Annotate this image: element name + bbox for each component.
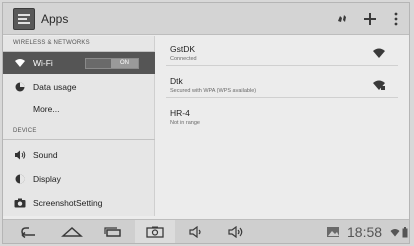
sidebar-item-sound[interactable]: Sound (3, 144, 155, 166)
gallery-icon (325, 224, 341, 240)
sidebar-item-data-usage[interactable]: Data usage (3, 76, 155, 98)
recent-apps-icon[interactable] (101, 224, 125, 240)
apps-icon[interactable] (13, 8, 35, 30)
status-clock: 18:58 (347, 224, 383, 240)
wifi-status-icon (390, 224, 400, 240)
sidebar-item-label: Display (33, 174, 61, 184)
section-header-wireless: WIRELESS & NETWORKS (3, 36, 155, 52)
sidebar-item-display[interactable]: Display (3, 168, 155, 190)
wifi-signal-icon (372, 46, 386, 58)
network-ssid: Dtk (170, 76, 183, 86)
wifi-toggle-switch[interactable]: ON (85, 58, 139, 69)
display-icon (13, 172, 27, 186)
overflow-menu-icon[interactable] (389, 8, 403, 30)
wifi-signal-locked-icon (372, 78, 386, 90)
screenshot-icon (143, 224, 167, 240)
sidebar-item-label: More... (33, 104, 60, 114)
network-status: Connected (170, 56, 197, 62)
sidebar-item-label: ScreenshotSetting (33, 198, 103, 208)
network-row[interactable]: Dtk Secured with WPA (WPS available) (166, 70, 398, 98)
network-ssid: HR-4 (170, 108, 190, 118)
add-icon[interactable] (361, 8, 379, 30)
screenshot-button[interactable] (135, 220, 175, 243)
speaker-icon (13, 148, 27, 162)
sidebar-item-more[interactable]: More... (3, 98, 155, 120)
wifi-network-list: GstDK Connected Dtk Secured with WPA (WP… (156, 36, 409, 216)
network-row[interactable]: HR-4 Not in range (166, 102, 398, 130)
section-header-device: DEVICE (3, 124, 155, 140)
sidebar-item-wifi[interactable]: Wi-Fi ON (3, 52, 155, 74)
system-navigation-bar: 18:58 (3, 219, 409, 243)
action-bar: Apps (3, 3, 409, 35)
sidebar-item-screenshot-setting[interactable]: ScreenshotSetting (3, 192, 155, 214)
toggle-on-label: ON (111, 59, 138, 68)
battery-icon (401, 224, 408, 240)
volume-down-icon[interactable] (185, 224, 207, 240)
settings-sidebar: WIRELESS & NETWORKS Wi-Fi ON Data usage (3, 36, 155, 216)
network-row[interactable]: GstDK Connected (166, 38, 398, 66)
network-status: Secured with WPA (WPS available) (170, 88, 257, 94)
refresh-icon[interactable] (333, 8, 351, 30)
data-usage-icon (13, 80, 27, 94)
camera-icon (13, 196, 27, 210)
app-title: Apps (41, 12, 69, 26)
network-status: Not in range (170, 120, 200, 126)
sidebar-item-label: Wi-Fi (33, 58, 53, 68)
volume-up-icon[interactable] (225, 224, 247, 240)
home-icon[interactable] (59, 224, 85, 240)
sidebar-item-label: Data usage (33, 82, 77, 92)
sidebar-item-label: Sound (33, 150, 58, 160)
wifi-icon (13, 56, 27, 70)
screen: Apps WIRELESS & NETWORKS Wi-Fi ON Data u… (2, 2, 410, 244)
back-icon[interactable] (17, 224, 41, 240)
network-ssid: GstDK (170, 44, 196, 54)
